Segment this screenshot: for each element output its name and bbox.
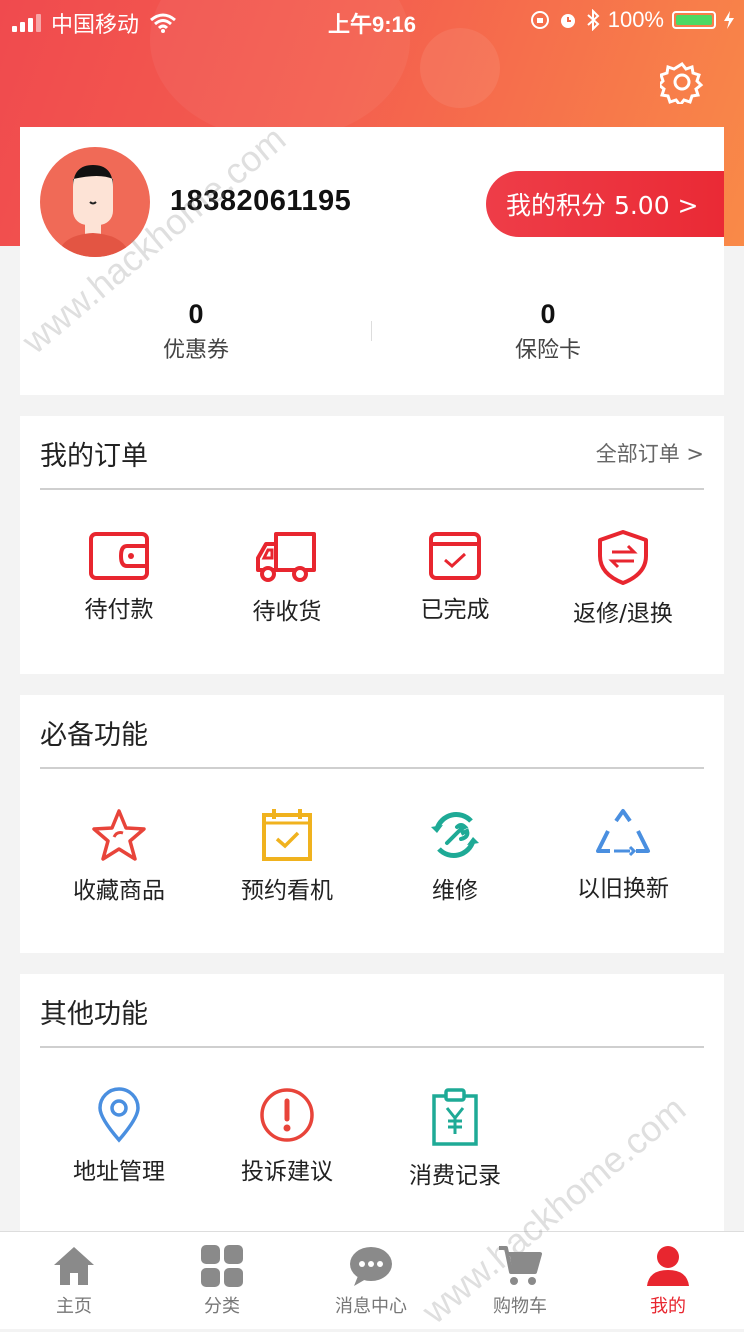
order-label: 待付款 xyxy=(84,597,154,623)
user-phone-number: 18382061195 xyxy=(170,185,352,217)
tab-cart[interactable]: 购物车 xyxy=(446,1232,594,1329)
order-label: 待收货 xyxy=(252,599,322,625)
chat-icon xyxy=(350,1247,392,1286)
settings-gear-icon[interactable] xyxy=(660,60,704,104)
recycle-icon xyxy=(596,809,650,857)
status-bar: 中国移动 上午9:16 100% xyxy=(0,0,744,40)
grid-icon xyxy=(201,1245,243,1287)
tab-mine[interactable]: 我的 xyxy=(594,1232,742,1329)
order-pending-receipt[interactable]: 待收货 xyxy=(203,528,371,626)
bluetooth-icon xyxy=(587,9,600,31)
coupon-count: 0 xyxy=(188,299,204,329)
insurance-card-label: 保险卡 xyxy=(514,338,581,363)
rotation-lock-icon xyxy=(530,11,549,29)
section-title: 其他功能 xyxy=(40,999,148,1030)
appointment-item[interactable]: 预约看机 xyxy=(203,807,371,905)
calendar-check-icon xyxy=(429,532,481,580)
tab-category[interactable]: 分类 xyxy=(148,1232,296,1329)
essential-functions-section: 必备功能 收藏商品 预约看机 维修 以旧换新 xyxy=(20,695,724,953)
my-points-button[interactable]: 我的积分 5.00 > xyxy=(486,171,724,237)
tab-label: 消息中心 xyxy=(335,1296,407,1317)
calendar-check-icon xyxy=(262,809,312,861)
other-functions-section: 其他功能 地址管理 投诉建议 消费记录 xyxy=(20,974,724,1232)
bottom-tab-bar: 主页 分类 消息中心 购物车 我的 xyxy=(0,1231,744,1329)
tab-home[interactable]: 主页 xyxy=(0,1232,148,1329)
my-orders-section: 我的订单 全部订单 > 待付款 待收货 已完成 返修/退换 xyxy=(20,416,724,674)
profile-card: 18382061195 我的积分 5.00 > 0 优惠券 0 保险卡 xyxy=(20,127,724,395)
alarm-icon xyxy=(560,14,575,28)
avatar[interactable] xyxy=(40,147,150,257)
function-label: 预约看机 xyxy=(241,878,333,904)
location-pin-icon xyxy=(98,1087,140,1143)
function-label: 维修 xyxy=(432,878,478,904)
tab-messages[interactable]: 消息中心 xyxy=(297,1232,445,1329)
battery-icon xyxy=(672,11,716,29)
function-label: 以旧换新 xyxy=(577,876,669,902)
order-repair-return[interactable]: 返修/退换 xyxy=(539,528,707,628)
wallet-icon xyxy=(89,532,149,580)
function-label: 投诉建议 xyxy=(241,1159,333,1185)
order-completed[interactable]: 已完成 xyxy=(371,528,539,624)
home-icon xyxy=(54,1247,94,1285)
function-label: 收藏商品 xyxy=(73,878,165,904)
insurance-card-stat[interactable]: 0 保险卡 xyxy=(448,299,648,364)
all-orders-link[interactable]: 全部订单 > xyxy=(596,438,704,468)
section-title: 必备功能 xyxy=(40,720,148,751)
decorative-circle xyxy=(420,28,500,108)
tab-label: 分类 xyxy=(204,1296,240,1317)
battery-percent: 100% xyxy=(607,7,664,32)
section-header: 其他功能 xyxy=(40,974,704,1048)
wrench-refresh-icon xyxy=(431,812,479,858)
order-label: 已完成 xyxy=(420,597,490,623)
complaint-item[interactable]: 投诉建议 xyxy=(203,1086,371,1186)
section-title: 我的订单 xyxy=(40,441,148,472)
insurance-card-count: 0 xyxy=(540,299,556,329)
function-label: 地址管理 xyxy=(73,1159,165,1185)
charging-icon xyxy=(724,11,734,29)
spending-record-item[interactable]: 消费记录 xyxy=(371,1086,539,1190)
stat-divider xyxy=(371,321,372,341)
section-header: 必备功能 xyxy=(40,695,704,769)
star-icon xyxy=(92,809,146,861)
section-header: 我的订单 全部订单 > xyxy=(40,416,704,490)
person-icon xyxy=(647,1246,689,1286)
coupon-label: 优惠券 xyxy=(162,338,229,363)
favorites-item[interactable]: 收藏商品 xyxy=(35,807,203,905)
order-pending-payment[interactable]: 待付款 xyxy=(35,528,203,624)
coupon-stat[interactable]: 0 优惠券 xyxy=(96,299,296,364)
tab-label: 我的 xyxy=(650,1296,686,1317)
tab-label: 购物车 xyxy=(493,1296,547,1317)
address-management-item[interactable]: 地址管理 xyxy=(35,1086,203,1186)
order-label: 返修/退换 xyxy=(573,601,673,627)
yen-clipboard-icon xyxy=(432,1088,478,1146)
cart-icon xyxy=(499,1246,542,1285)
repair-item[interactable]: 维修 xyxy=(371,807,539,905)
tab-label: 主页 xyxy=(56,1296,92,1317)
truck-icon xyxy=(256,532,316,582)
shield-exchange-icon xyxy=(598,530,648,585)
trade-in-item[interactable]: 以旧换新 xyxy=(539,807,707,903)
status-right: 100% xyxy=(530,7,734,33)
avatar-person-icon xyxy=(58,165,130,257)
exclamation-circle-icon xyxy=(260,1088,314,1142)
function-label: 消费记录 xyxy=(409,1163,501,1189)
